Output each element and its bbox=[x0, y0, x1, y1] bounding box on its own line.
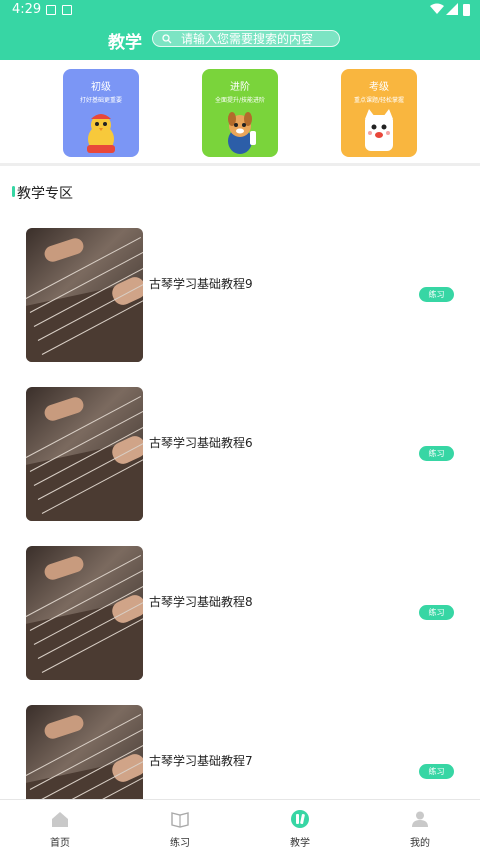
status-bar: 4:29 bbox=[0, 0, 480, 20]
app-notification-icon bbox=[62, 5, 72, 15]
chick-mascot-icon bbox=[87, 114, 115, 153]
bottom-nav: 首页 练习 教学 我的 bbox=[0, 799, 480, 853]
nav-label: 首页 bbox=[50, 838, 70, 849]
course-item[interactable]: 古琴学习基础教程8 练习 bbox=[0, 546, 480, 680]
course-title: 古琴学习基础教程9 bbox=[149, 277, 253, 291]
level-card-subtitle: 重点课题/轻松掌握 bbox=[353, 97, 405, 104]
nav-item-mine[interactable]: 我的 bbox=[360, 800, 480, 853]
screen: 4:29 教学 初级 打好基础更重要 bbox=[0, 0, 480, 853]
course-item[interactable]: 古琴学习基础教程6 练习 bbox=[0, 387, 480, 521]
level-card-advanced[interactable]: 进阶 全面提升/技能进阶 bbox=[202, 69, 278, 157]
nav-item-home[interactable]: 首页 bbox=[0, 800, 120, 853]
nav-item-teaching[interactable]: 教学 bbox=[240, 800, 360, 853]
course-thumbnail bbox=[26, 546, 143, 680]
wifi-icon bbox=[430, 3, 444, 14]
course-thumbnail bbox=[26, 387, 143, 521]
signal-icon bbox=[446, 3, 458, 15]
dog-mascot-icon bbox=[228, 112, 256, 154]
level-card-beginner[interactable]: 初级 打好基础更重要 bbox=[63, 69, 139, 157]
gallery-notification-icon bbox=[46, 5, 56, 15]
level-card-title: 考级 bbox=[369, 82, 389, 93]
page-title: 教学 bbox=[108, 33, 142, 53]
course-title: 古琴学习基础教程7 bbox=[149, 754, 253, 768]
section-accent-bar bbox=[12, 186, 15, 197]
level-card-exam[interactable]: 考级 重点课题/轻松掌握 bbox=[341, 69, 417, 157]
level-card-subtitle: 全面提升/技能进阶 bbox=[214, 97, 266, 104]
section-title: 教学专区 bbox=[17, 186, 73, 202]
nav-label: 练习 bbox=[170, 838, 190, 849]
header-bar: 4:29 教学 bbox=[0, 0, 480, 60]
course-title: 古琴学习基础教程6 bbox=[149, 436, 253, 450]
nav-label: 教学 bbox=[290, 838, 310, 849]
course-thumbnail bbox=[26, 228, 143, 362]
level-card-subtitle: 打好基础更重要 bbox=[79, 97, 122, 104]
battery-icon bbox=[463, 4, 470, 16]
nav-label: 我的 bbox=[410, 838, 430, 849]
practice-button[interactable]: 练习 bbox=[419, 605, 454, 620]
status-time: 4:29 bbox=[12, 2, 42, 17]
practice-button[interactable]: 练习 bbox=[419, 446, 454, 461]
search-bar[interactable] bbox=[152, 30, 340, 47]
course-item[interactable]: 古琴学习基础教程9 练习 bbox=[0, 228, 480, 362]
level-card-title: 进阶 bbox=[230, 82, 250, 93]
user-icon bbox=[412, 811, 428, 827]
level-cards: 初级 打好基础更重要 进阶 全面提升/技能进阶 考级 重点课题/轻松掌握 bbox=[0, 60, 480, 163]
practice-button[interactable]: 练习 bbox=[419, 764, 454, 779]
level-card-title: 初级 bbox=[91, 82, 111, 93]
section-divider bbox=[0, 163, 480, 166]
practice-button[interactable]: 练习 bbox=[419, 287, 454, 302]
home-icon bbox=[52, 812, 68, 827]
teaching-icon bbox=[291, 810, 309, 828]
search-icon bbox=[162, 34, 172, 44]
nav-item-practice[interactable]: 练习 bbox=[120, 800, 240, 853]
cat-mascot-icon bbox=[365, 109, 393, 151]
search-input[interactable] bbox=[181, 31, 336, 46]
course-title: 古琴学习基础教程8 bbox=[149, 595, 253, 609]
book-icon bbox=[171, 812, 189, 828]
